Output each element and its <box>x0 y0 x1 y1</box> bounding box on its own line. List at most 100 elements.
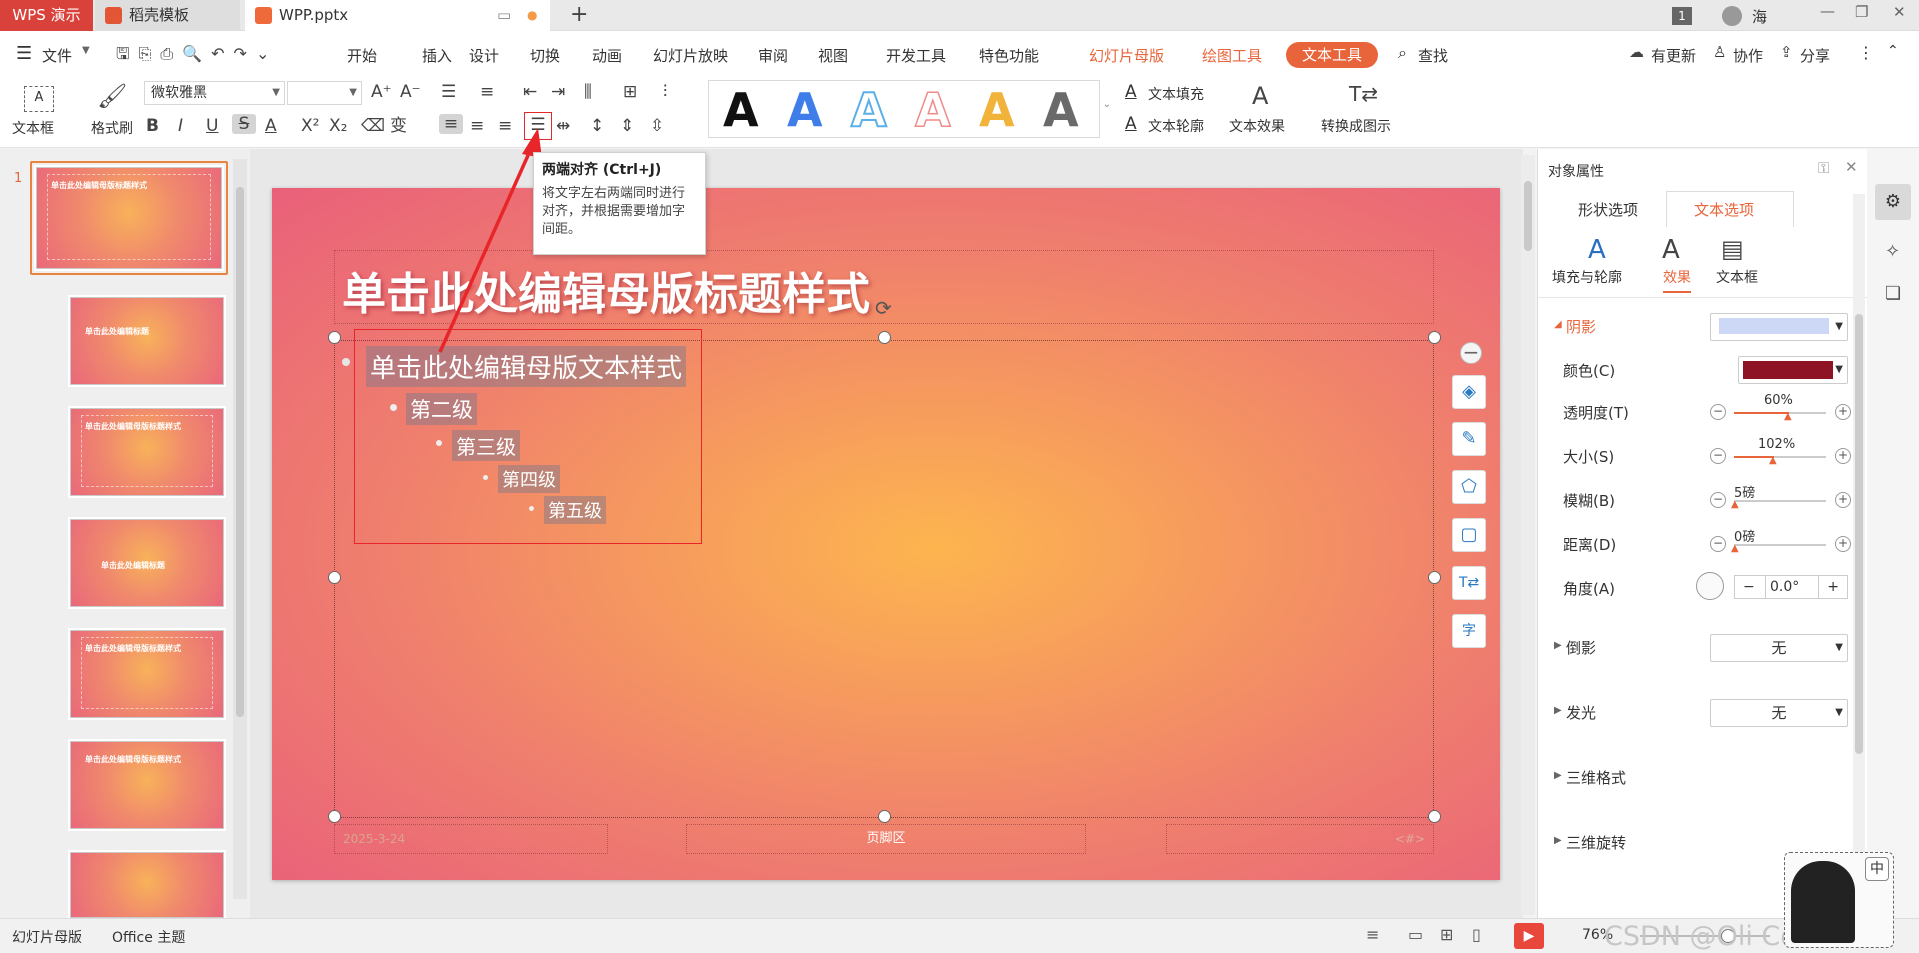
subscript-icon[interactable]: X₂ <box>329 116 347 136</box>
blur-increase[interactable]: + <box>1835 492 1851 508</box>
italic-icon[interactable]: I <box>178 116 183 136</box>
share-button[interactable]: 分享 <box>1800 45 1830 66</box>
font-name-select[interactable]: 微软雅黑 ▼ <box>144 81 285 105</box>
animation-icon[interactable]: ✧ <box>1885 241 1900 262</box>
menu-item[interactable]: 开始 <box>347 45 377 66</box>
menu-text-tools[interactable]: 文本工具 <box>1286 42 1379 68</box>
subtab-fill-outline[interactable]: 填充与轮廓 <box>1552 267 1622 287</box>
tab-text-options[interactable]: 文本选项 <box>1694 199 1754 220</box>
menu-item[interactable]: 特色功能 <box>979 45 1039 66</box>
underline-icon[interactable]: U <box>206 116 218 136</box>
menu-item[interactable]: 幻灯片放映 <box>653 45 728 66</box>
body-level4[interactable]: 第四级 <box>498 465 560 493</box>
resize-handle[interactable] <box>1428 331 1441 344</box>
menu-item[interactable]: 插入 <box>422 45 452 66</box>
grow-font-icon[interactable]: A⁺ <box>371 82 392 102</box>
decrease-indent-icon[interactable]: ⇤ <box>523 82 537 102</box>
bold-icon[interactable]: B <box>146 116 159 136</box>
columns-icon[interactable]: ⫼ <box>584 82 592 102</box>
subtab-effect[interactable]: 效果 <box>1663 267 1691 293</box>
menu-item[interactable]: 视图 <box>818 45 848 66</box>
textbox-button[interactable]: 文本框 <box>12 118 54 138</box>
phonetic-icon[interactable]: 变 <box>390 116 407 136</box>
angle-plus-icon[interactable]: + <box>1827 576 1839 598</box>
text-fill-button[interactable]: 文本填充 <box>1148 84 1204 104</box>
edit-scrollbar[interactable] <box>1521 155 1535 915</box>
body-level5[interactable]: 第五级 <box>544 496 606 524</box>
resize-handle[interactable] <box>1428 810 1441 823</box>
distributed-icon[interactable]: ⇹ <box>556 116 570 136</box>
new-tab-icon[interactable]: + <box>570 2 588 27</box>
text-align-icon[interactable]: ⫶ <box>663 82 667 102</box>
font-color-icon[interactable]: A <box>265 116 277 136</box>
collab-button[interactable]: 协作 <box>1733 45 1763 66</box>
sorter-view-icon[interactable]: ⊞ <box>1440 925 1453 944</box>
properties-icon[interactable]: ⚙ <box>1875 184 1911 220</box>
format-3d-section[interactable]: 三维格式 <box>1566 767 1626 788</box>
thumbnail-layout-1[interactable]: 单击此处编辑标题 <box>70 297 224 385</box>
close-window-icon[interactable]: ✕ <box>1893 3 1906 21</box>
menu-drawing-tools[interactable]: 绘图工具 <box>1202 45 1262 66</box>
footer-placeholder[interactable]: 页脚区 <box>686 824 1086 854</box>
slide-title[interactable]: 单击此处编辑母版标题样式 <box>342 258 870 322</box>
expand-3d-format-icon[interactable]: ▶ <box>1554 770 1562 781</box>
date-placeholder[interactable]: 2025-3-24 <box>334 824 608 854</box>
style-orange[interactable]: A <box>979 85 1015 135</box>
resize-handle[interactable] <box>328 810 341 823</box>
reflection-select[interactable]: 无 ▼ <box>1710 634 1848 662</box>
thumbnail-layout-4[interactable]: 单击此处编辑母版标题样式 <box>70 630 224 718</box>
size-increase[interactable]: + <box>1835 448 1851 464</box>
rotation-3d-section[interactable]: 三维旋转 <box>1566 832 1626 853</box>
update-button[interactable]: 有更新 <box>1651 45 1696 66</box>
play-icon[interactable]: ▶ <box>1514 923 1544 949</box>
body-level3[interactable]: 第三级 <box>452 430 520 461</box>
edit-scroll-thumb[interactable] <box>1524 181 1532 251</box>
blur-decrease[interactable]: − <box>1710 492 1726 508</box>
angle-stepper[interactable]: − 0.0° + <box>1734 575 1848 599</box>
monitor-icon[interactable]: ▭ <box>497 0 511 31</box>
line-spacing-icon[interactable]: ↕ <box>590 116 604 136</box>
file-tab[interactable]: WPP.pptx ▭ ● <box>245 0 550 31</box>
shadow-color-select[interactable]: ▼ <box>1738 356 1848 384</box>
panel-scrollbar[interactable] <box>1853 194 1865 909</box>
slider-thumb-icon[interactable]: ▲ <box>1769 455 1777 466</box>
menu-slide-master[interactable]: 幻灯片母版 <box>1089 45 1164 66</box>
increase-indent-icon[interactable]: ⇥ <box>551 82 565 102</box>
distance-decrease[interactable]: − <box>1710 536 1726 552</box>
shadow-section[interactable]: 阴影 <box>1566 316 1596 337</box>
expand-3d-rotation-icon[interactable]: ▶ <box>1554 835 1562 846</box>
style-black[interactable]: A <box>723 85 759 135</box>
restore-icon[interactable]: ❐ <box>1855 3 1868 21</box>
shrink-font-icon[interactable]: A⁻ <box>400 82 421 102</box>
notes-icon[interactable]: ≡ <box>1366 925 1379 944</box>
pen-icon[interactable]: ✎ <box>1452 422 1486 456</box>
paragraph-settings-icon[interactable]: ⇳ <box>650 116 664 136</box>
text-convert-icon[interactable]: T⇄ <box>1452 566 1486 600</box>
menu-item[interactable]: 动画 <box>592 45 622 66</box>
minimize-icon[interactable]: — <box>1820 2 1835 20</box>
tab-shape-options[interactable]: 形状选项 <box>1578 199 1638 220</box>
reading-view-icon[interactable]: ▯ <box>1472 925 1481 944</box>
clear-format-icon[interactable]: ⌫ <box>361 116 385 136</box>
app-tab[interactable]: WPS 演示 <box>0 0 93 31</box>
subtab-textbox[interactable]: 文本框 <box>1716 267 1758 287</box>
transparency-increase[interactable]: + <box>1835 404 1851 420</box>
distance-increase[interactable]: + <box>1835 536 1851 552</box>
glow-section[interactable]: 发光 <box>1566 702 1596 723</box>
bullet-list-icon[interactable]: ☰ <box>441 82 456 102</box>
resize-handle[interactable] <box>328 571 341 584</box>
layers-icon[interactable]: ◈ <box>1452 375 1486 409</box>
ime-mode[interactable]: 中 <box>1865 857 1889 881</box>
numbered-list-icon[interactable]: ≡ <box>480 82 494 102</box>
angle-value[interactable]: 0.0° <box>1765 576 1819 598</box>
angle-dial[interactable] <box>1696 572 1724 600</box>
style-gray[interactable]: A <box>1043 85 1079 135</box>
rotate-handle-icon[interactable]: ⟳ <box>875 296 892 320</box>
transparency-decrease[interactable]: − <box>1710 404 1726 420</box>
resize-handle[interactable] <box>878 331 891 344</box>
hamburger-icon[interactable]: ☰ <box>16 43 32 64</box>
panel-scroll-thumb[interactable] <box>1855 314 1863 754</box>
glow-select[interactable]: 无 ▼ <box>1710 699 1848 727</box>
lock-icon[interactable]: ⚿ <box>1818 159 1829 177</box>
convert-smartart-button[interactable]: 转换成图示 <box>1321 116 1391 136</box>
